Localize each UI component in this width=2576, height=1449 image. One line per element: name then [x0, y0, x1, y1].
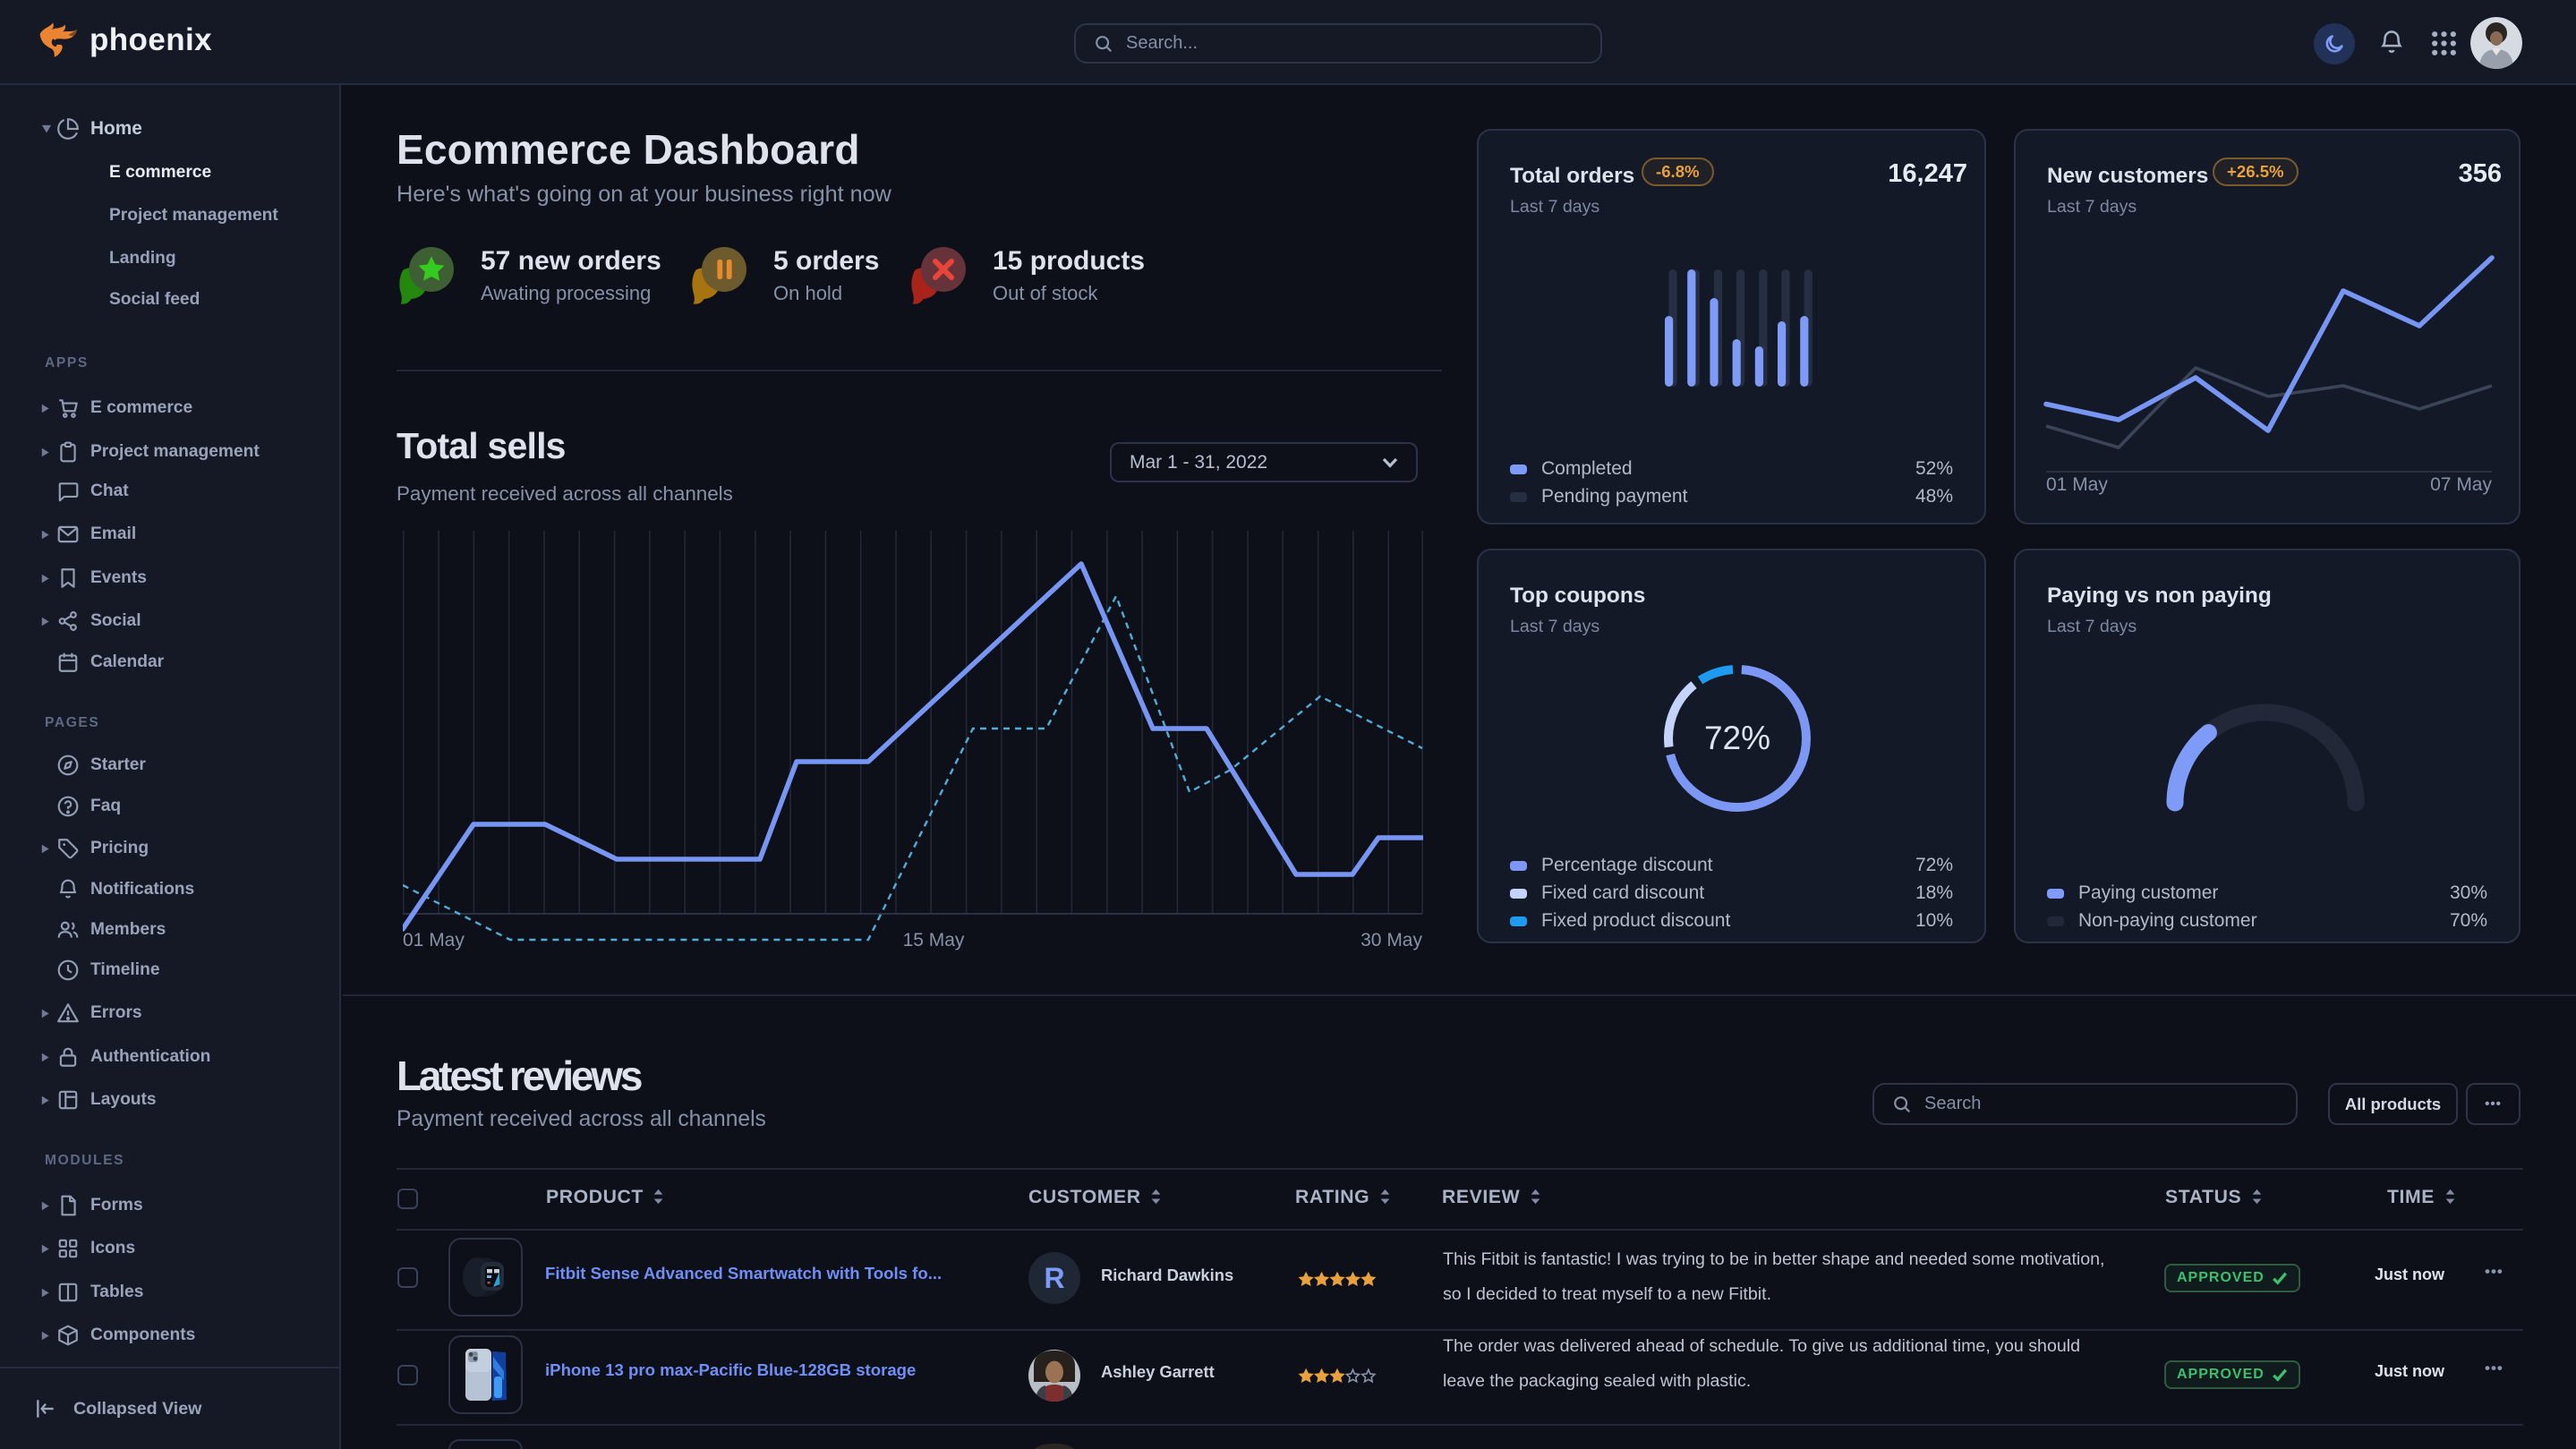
svg-text:07 May: 07 May: [2430, 474, 2492, 495]
svg-text:30 May: 30 May: [1361, 930, 1422, 950]
svg-text:01 May: 01 May: [2046, 474, 2108, 495]
svg-text:R: R: [1044, 1262, 1064, 1294]
svg-text:72%: 72%: [1704, 720, 1770, 756]
svg-text:15 May: 15 May: [903, 930, 965, 950]
svg-text:01 May: 01 May: [403, 930, 465, 950]
